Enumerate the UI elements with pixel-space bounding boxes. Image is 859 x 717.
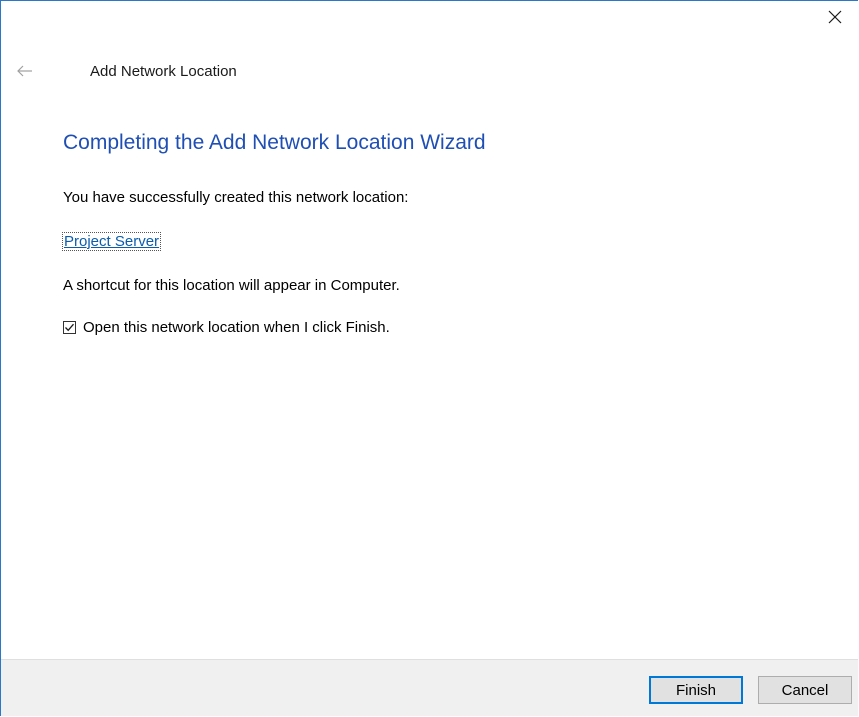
back-arrow-icon <box>17 65 32 77</box>
close-button[interactable] <box>812 1 858 33</box>
button-bar: Finish Cancel <box>1 659 858 716</box>
wizard-dialog: Add Network Location Completing the Add … <box>0 0 858 716</box>
wizard-title: Add Network Location <box>90 63 237 80</box>
cancel-button[interactable]: Cancel <box>758 676 852 704</box>
open-location-checkbox[interactable] <box>63 321 76 334</box>
open-location-label: Open this network location when I click … <box>83 319 390 336</box>
back-button[interactable] <box>13 59 37 83</box>
open-location-option[interactable]: Open this network location when I click … <box>63 319 390 336</box>
finish-button[interactable]: Finish <box>649 676 743 704</box>
close-icon <box>828 10 842 24</box>
page-heading: Completing the Add Network Location Wiza… <box>63 131 486 154</box>
checkmark-icon <box>65 323 74 332</box>
network-location-link[interactable]: Project Server <box>61 232 162 251</box>
success-message: You have successfully created this netwo… <box>63 189 409 206</box>
shortcut-message: A shortcut for this location will appear… <box>63 277 400 294</box>
